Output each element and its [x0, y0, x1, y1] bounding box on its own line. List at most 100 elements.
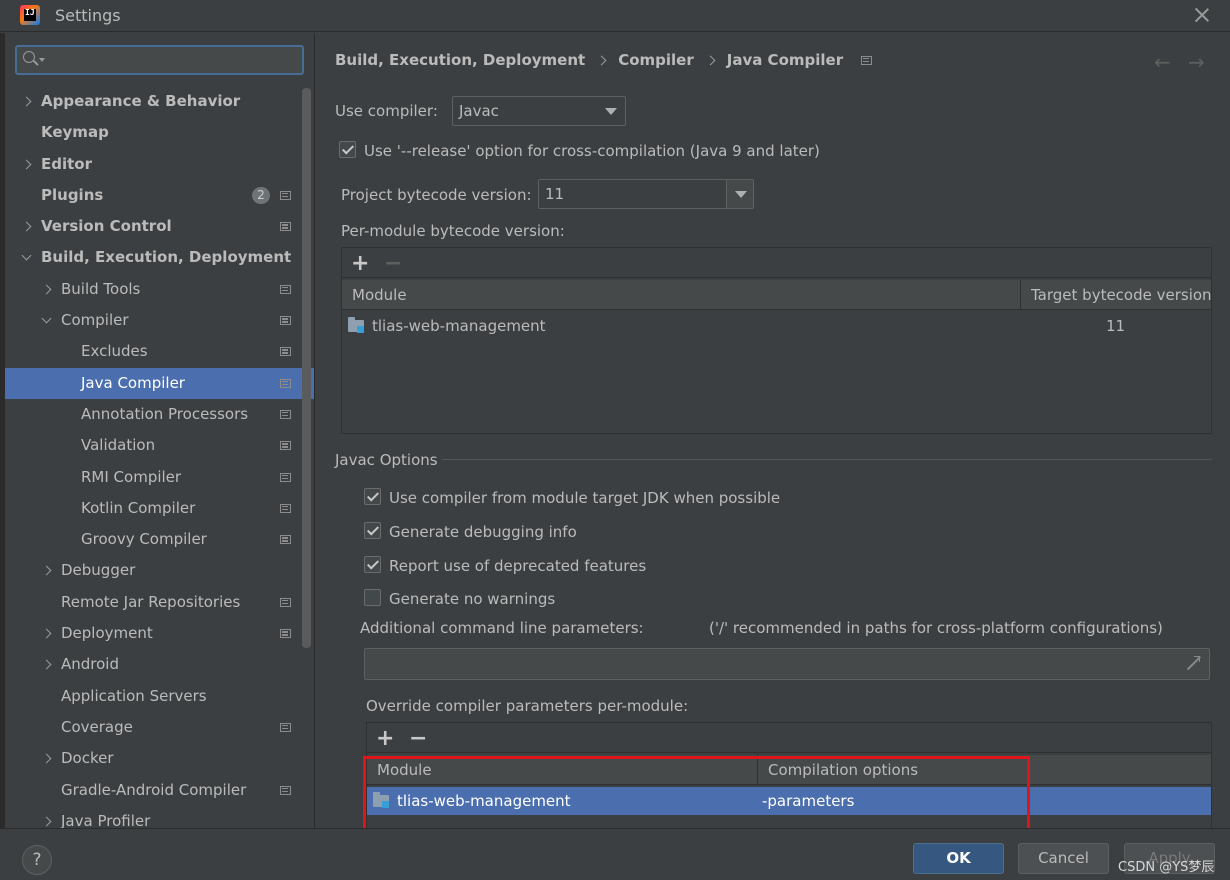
chevron-right-icon[interactable] [41, 816, 52, 827]
remove-override-button[interactable]: − [409, 726, 427, 751]
bytecode-version-input[interactable]: 11 [538, 179, 728, 209]
dropdown-arrow-icon [605, 108, 617, 115]
module-folder-icon [348, 317, 364, 333]
bytecode-version-dropdown-button[interactable] [726, 179, 754, 209]
sidebar-item-label: Version Control [41, 217, 172, 236]
expand-icon[interactable] [1187, 656, 1201, 670]
ok-button[interactable]: OK [913, 843, 1004, 874]
settings-sidebar: Appearance & Behavior Keymap Editor Plugins… [5, 33, 315, 828]
chevron-down-icon[interactable] [21, 251, 32, 261]
javac-option-label: Generate no warnings [389, 590, 556, 608]
sidebar-item-coverage[interactable]: Coverage [5, 712, 314, 743]
help-button[interactable]: ? [22, 845, 52, 875]
dialog-footer: ? OK Cancel Apply CSDN @YS梦辰 [0, 828, 1230, 880]
module-folder-icon [373, 792, 389, 808]
search-field[interactable] [15, 45, 304, 75]
sidebar-item-appearance-behavior[interactable]: Appearance & Behavior [5, 86, 314, 117]
project-scope-icon [861, 55, 873, 65]
sidebar-item-kotlin-compiler[interactable]: Kotlin Compiler [5, 493, 314, 524]
column-header-module[interactable]: Module [367, 755, 757, 785]
sidebar-item-label: Remote Jar Repositories [61, 592, 241, 611]
sidebar-item-java-profiler[interactable]: Java Profiler [5, 806, 314, 828]
per-module-bytecode-table: + − Module Target bytecode version tlias… [341, 247, 1212, 434]
title-bar: IJ Settings [0, 0, 1230, 32]
sidebar-item-excludes[interactable]: Excludes [5, 336, 314, 367]
sidebar-item-android[interactable]: Android [5, 649, 314, 680]
table-row[interactable]: tlias-web-management -parameters [367, 787, 1211, 815]
override-params-table: + − Module Compilation options tlias-web… [366, 722, 1212, 828]
chevron-right-icon[interactable] [21, 221, 32, 232]
javac-option-checkbox[interactable] [364, 556, 381, 573]
column-header-target-bytecode[interactable]: Target bytecode version [1020, 280, 1213, 310]
add-override-button[interactable]: + [376, 726, 394, 751]
sidebar-item-build-execution-deployment[interactable]: Build, Execution, Deployment [5, 242, 314, 273]
chevron-right-icon[interactable] [41, 753, 52, 764]
project-scope-icon [280, 785, 291, 795]
sidebar-item-version-control[interactable]: Version Control [5, 211, 314, 242]
release-option-checkbox[interactable] [339, 141, 356, 158]
use-compiler-value: Javac [459, 102, 499, 120]
chevron-right-icon [596, 55, 607, 65]
remove-module-button[interactable]: − [384, 251, 402, 276]
sidebar-item-label: RMI Compiler [81, 467, 182, 486]
sidebar-item-application-servers[interactable]: Application Servers [5, 681, 314, 712]
compilation-options-value[interactable]: -parameters [762, 787, 854, 815]
breadcrumb-item-compiler[interactable]: Compiler [618, 51, 694, 69]
javac-option-label: Generate debugging info [389, 523, 577, 541]
window-title: Settings [55, 6, 121, 25]
cancel-button[interactable]: Cancel [1018, 843, 1109, 874]
intellij-logo-icon: IJ [20, 5, 40, 25]
sidebar-item-deployment[interactable]: Deployment [5, 618, 314, 649]
search-input[interactable] [51, 49, 291, 71]
breadcrumb-item-build[interactable]: Build, Execution, Deployment [335, 51, 585, 69]
project-scope-icon [280, 409, 291, 419]
additional-params-label: Additional command line parameters: [360, 619, 644, 637]
section-divider [442, 459, 1212, 460]
column-header-module[interactable]: Module [342, 280, 1020, 310]
table-toolbar: + − [342, 248, 1211, 278]
javac-option-checkbox[interactable] [364, 589, 381, 606]
sidebar-item-docker[interactable]: Docker [5, 743, 314, 774]
sidebar-item-plugins[interactable]: Plugins 2 [5, 180, 314, 211]
sidebar-item-editor[interactable]: Editor [5, 149, 314, 180]
sidebar-item-label: Build Tools [61, 279, 141, 298]
sidebar-item-build-tools[interactable]: Build Tools [5, 274, 314, 305]
sidebar-item-remote-jar-repositories[interactable]: Remote Jar Repositories [5, 587, 314, 618]
sidebar-item-gradle-android-compiler[interactable]: Gradle-Android Compiler [5, 775, 314, 806]
additional-params-hint: ('/' recommended in paths for cross-plat… [709, 619, 1163, 637]
project-scope-icon [280, 347, 291, 357]
table-row[interactable]: tlias-web-management 11 [342, 312, 1211, 340]
forward-arrow-icon[interactable]: → [1188, 50, 1205, 74]
use-compiler-select[interactable]: Javac [452, 96, 626, 126]
additional-params-input[interactable] [364, 648, 1210, 680]
sidebar-item-debugger[interactable]: Debugger [5, 555, 314, 586]
sidebar-item-compiler[interactable]: Compiler [5, 305, 314, 336]
chevron-right-icon[interactable] [21, 159, 32, 170]
sidebar-item-validation[interactable]: Validation [5, 430, 314, 461]
sidebar-item-rmi-compiler[interactable]: RMI Compiler [5, 462, 314, 493]
sidebar-item-annotation-processors[interactable]: Annotation Processors [5, 399, 314, 430]
chevron-right-icon[interactable] [41, 566, 52, 576]
javac-option-checkbox[interactable] [364, 522, 381, 539]
sidebar-item-groovy-compiler[interactable]: Groovy Compiler [5, 524, 314, 555]
chevron-right-icon[interactable] [41, 659, 52, 670]
back-arrow-icon[interactable]: ← [1154, 50, 1171, 74]
search-icon [23, 51, 35, 63]
sidebar-item-java-compiler[interactable]: Java Compiler [5, 367, 314, 399]
chevron-down-icon[interactable] [41, 313, 52, 324]
column-header-compilation-options[interactable]: Compilation options [757, 755, 1213, 785]
chevron-right-icon[interactable] [41, 628, 52, 639]
add-module-button[interactable]: + [351, 251, 369, 276]
chevron-right-icon[interactable] [21, 96, 32, 107]
sidebar-item-keymap[interactable]: Keymap [5, 117, 314, 148]
close-icon[interactable] [1192, 5, 1212, 25]
sidebar-item-label: Gradle-Android Compiler [61, 780, 247, 799]
dropdown-arrow-icon [735, 191, 747, 198]
chevron-right-icon [705, 55, 716, 65]
sidebar-item-label: Compiler [61, 311, 129, 330]
table-header: Module Compilation options [367, 755, 1211, 785]
chevron-right-icon[interactable] [41, 284, 52, 295]
javac-option-checkbox[interactable] [364, 488, 381, 505]
search-history-dropdown-icon[interactable] [39, 58, 45, 62]
sidebar-scrollbar[interactable] [302, 88, 311, 648]
